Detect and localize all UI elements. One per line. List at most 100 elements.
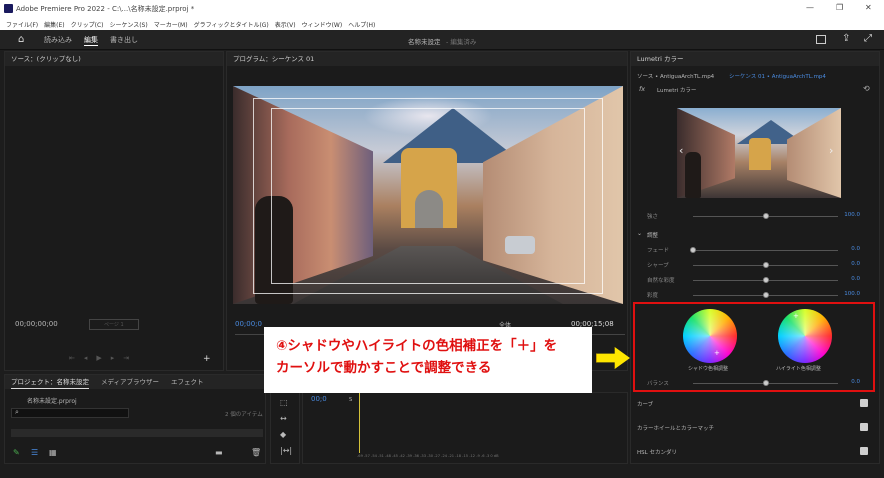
tab-edit[interactable]: 編集 [84, 35, 98, 46]
lumetri-source-label[interactable]: ソース • AntiguaArchTL.mp4 [637, 72, 714, 80]
lumetri-panel: Lumetri カラー ソース • AntiguaArchTL.mp4 シーケン… [630, 51, 880, 464]
menu-window[interactable]: ウィンドウ(W) [302, 20, 343, 29]
fullscreen-icon[interactable]: ⤢ [864, 33, 872, 44]
hsl-secondary-checkbox[interactable] [860, 447, 868, 455]
share-icon[interactable]: ⇪ [842, 33, 850, 44]
tab-import[interactable]: 読み込み [44, 35, 72, 45]
add-button-icon[interactable]: + [203, 354, 211, 364]
slip-tool-icon[interactable]: |↔| [280, 447, 292, 455]
project-panel: プロジェクト：名称未設定 メディアブラウザー エフェクト 名称未設定.prpro… [4, 374, 266, 464]
quick-export-icon[interactable] [816, 35, 826, 44]
color-wheels-checkbox[interactable] [860, 423, 868, 431]
tools-panel: ⬚ ↔ ◆ |↔| [270, 392, 300, 464]
shadow-tint-wheel[interactable] [683, 309, 737, 363]
source-page-dropdown[interactable]: ページ 1 [89, 319, 139, 330]
safe-title-guide [271, 108, 585, 284]
track-label: S [349, 397, 353, 403]
project-list-area[interactable] [11, 429, 263, 437]
sharpen-slider-knob[interactable] [762, 262, 769, 268]
source-transport-controls[interactable]: ⇤◂▶▸⇥ [69, 354, 138, 362]
selection-tool-icon[interactable]: ⬚ [280, 399, 288, 407]
project-search-input[interactable] [11, 408, 129, 418]
close-button[interactable]: ✕ [865, 3, 872, 12]
menu-view[interactable]: 表示(V) [275, 20, 296, 29]
highlight-tint-label: ハイライト色相調整 [776, 366, 821, 372]
maximize-button[interactable]: ❐ [836, 3, 843, 12]
new-bin-icon[interactable]: ▬ [215, 448, 223, 457]
fade-slider-label: フェード [647, 248, 670, 254]
lumetri-sequence-label[interactable]: シーケンス 01 • AntiguaArchTL.mp4 [729, 72, 826, 80]
vibrance-slider-value[interactable]: 0.0 [851, 276, 860, 282]
tab-media-browser[interactable]: メディアブラウザー [101, 375, 159, 389]
menu-file[interactable]: ファイル(F) [6, 20, 38, 29]
vibrance-slider-knob[interactable] [762, 277, 769, 283]
source-panel: ソース：(クリップなし) 00;00;00;00 ページ 1 ⇤◂▶▸⇥ + [4, 51, 224, 371]
icon-view-icon[interactable]: ▦ [49, 448, 57, 457]
highlight-tint-crosshair[interactable]: + [793, 312, 799, 320]
lumetri-effect-dropdown[interactable]: Lumetri カラー [657, 86, 696, 94]
minimize-button[interactable]: — [806, 3, 814, 12]
shadow-tint-crosshair[interactable]: + [714, 349, 720, 357]
menu-graphics[interactable]: グラフィックとタイトル(G) [194, 20, 269, 29]
fade-slider[interactable]: フェード 0.0 [645, 245, 860, 255]
sharpen-slider[interactable]: シャープ 0.0 [645, 260, 860, 270]
highlight-tint-wheel[interactable] [778, 309, 832, 363]
timeline-playhead[interactable] [359, 393, 360, 453]
list-view-icon[interactable]: ☰ [31, 448, 38, 457]
sharpen-slider-value[interactable]: 0.0 [851, 261, 860, 267]
home-icon[interactable]: ⌂ [18, 34, 24, 45]
project-title: 名称未設定 [408, 38, 441, 46]
fade-slider-knob[interactable] [690, 247, 696, 253]
adjust-section-label: 調整 [647, 233, 659, 239]
menu-help[interactable]: ヘルプ(H) [348, 20, 375, 29]
menu-marker[interactable]: マーカー(M) [154, 20, 188, 29]
intensity-slider-value[interactable]: 100.0 [844, 212, 860, 218]
curves-section-label[interactable]: カーブ [637, 400, 653, 408]
preview-prev-icon[interactable]: ‹ [679, 144, 683, 157]
vibrance-slider[interactable]: 自然な彩度 0.0 [645, 275, 860, 285]
curves-checkbox[interactable] [860, 399, 868, 407]
tab-project[interactable]: プロジェクト：名称未設定 [11, 375, 89, 389]
tab-effects[interactable]: エフェクト [171, 375, 204, 389]
pencil-icon[interactable]: ✎ [13, 448, 20, 457]
timeline-timecode: 00;0 [311, 395, 327, 403]
program-video-frame [233, 86, 623, 304]
fade-slider-value[interactable]: 0.0 [851, 246, 860, 252]
lumetri-preview [677, 108, 841, 198]
premiere-app-icon [4, 4, 13, 13]
menu-edit[interactable]: 編集(E) [44, 20, 64, 29]
fade-slider-track[interactable] [693, 250, 838, 251]
menu-clip[interactable]: クリップ(C) [71, 20, 104, 29]
timeline-panel: 00;0 S -69 -57 -54 -51 -48 -45 -42 -39 -… [302, 392, 628, 464]
reset-icon[interactable]: ⟲ [863, 84, 870, 93]
saturation-slider[interactable]: 彩度 100.0 [645, 290, 860, 300]
chevron-down-icon[interactable]: ⌄ [637, 230, 642, 237]
program-panel-title: プログラム：シーケンス 01 [227, 52, 627, 66]
annotation-box: ④シャドウやハイライトの色相補正を「＋」を カーソルで動かすことで調整できる [264, 327, 592, 393]
ripple-edit-tool-icon[interactable]: ↔ [280, 415, 287, 423]
vibrance-slider-label: 自然な彩度 [647, 278, 675, 284]
hsl-secondary-section-label[interactable]: HSL セカンダリ [637, 448, 677, 456]
title-bar: Adobe Premiere Pro 2022 - C:\...\名称未設定.p… [0, 0, 884, 18]
color-wheels-section-label[interactable]: カラーホイールとカラーマッチ [637, 424, 714, 432]
highlight-box [633, 302, 875, 392]
intensity-slider-label: 強さ [647, 214, 659, 220]
tab-export[interactable]: 書き出し [110, 35, 138, 45]
project-item-count: 2 個のアイテム [225, 412, 263, 418]
intensity-slider[interactable]: 強さ 100.0 [645, 211, 860, 221]
saturation-slider-knob[interactable] [762, 292, 769, 298]
search-icon: ⌕ [15, 408, 19, 416]
menu-bar: ファイル(F) 編集(E) クリップ(C) シーケンス(S) マーカー(M) グ… [0, 18, 884, 30]
source-timecode: 00;00;00;00 [15, 320, 58, 328]
razor-tool-icon[interactable]: ◆ [280, 431, 286, 439]
annotation-line-2: カーソルで動かすことで調整できる [276, 360, 492, 376]
trash-icon[interactable]: 🗑 [251, 448, 261, 457]
saturation-slider-value[interactable]: 100.0 [844, 291, 860, 297]
program-panel: プログラム：シーケンス 01 00;00;0 全体 00;00;15;08 [226, 51, 628, 371]
intensity-slider-knob[interactable] [762, 213, 769, 219]
fx-icon: fx [639, 85, 646, 93]
preview-next-icon[interactable]: › [829, 144, 833, 157]
shadow-tint-label: シャドウ色相調整 [688, 366, 729, 372]
audio-meter-scale: -69 -57 -54 -51 -48 -45 -42 -39 -36 -33 … [357, 454, 499, 458]
menu-sequence[interactable]: シーケンス(S) [110, 20, 148, 29]
